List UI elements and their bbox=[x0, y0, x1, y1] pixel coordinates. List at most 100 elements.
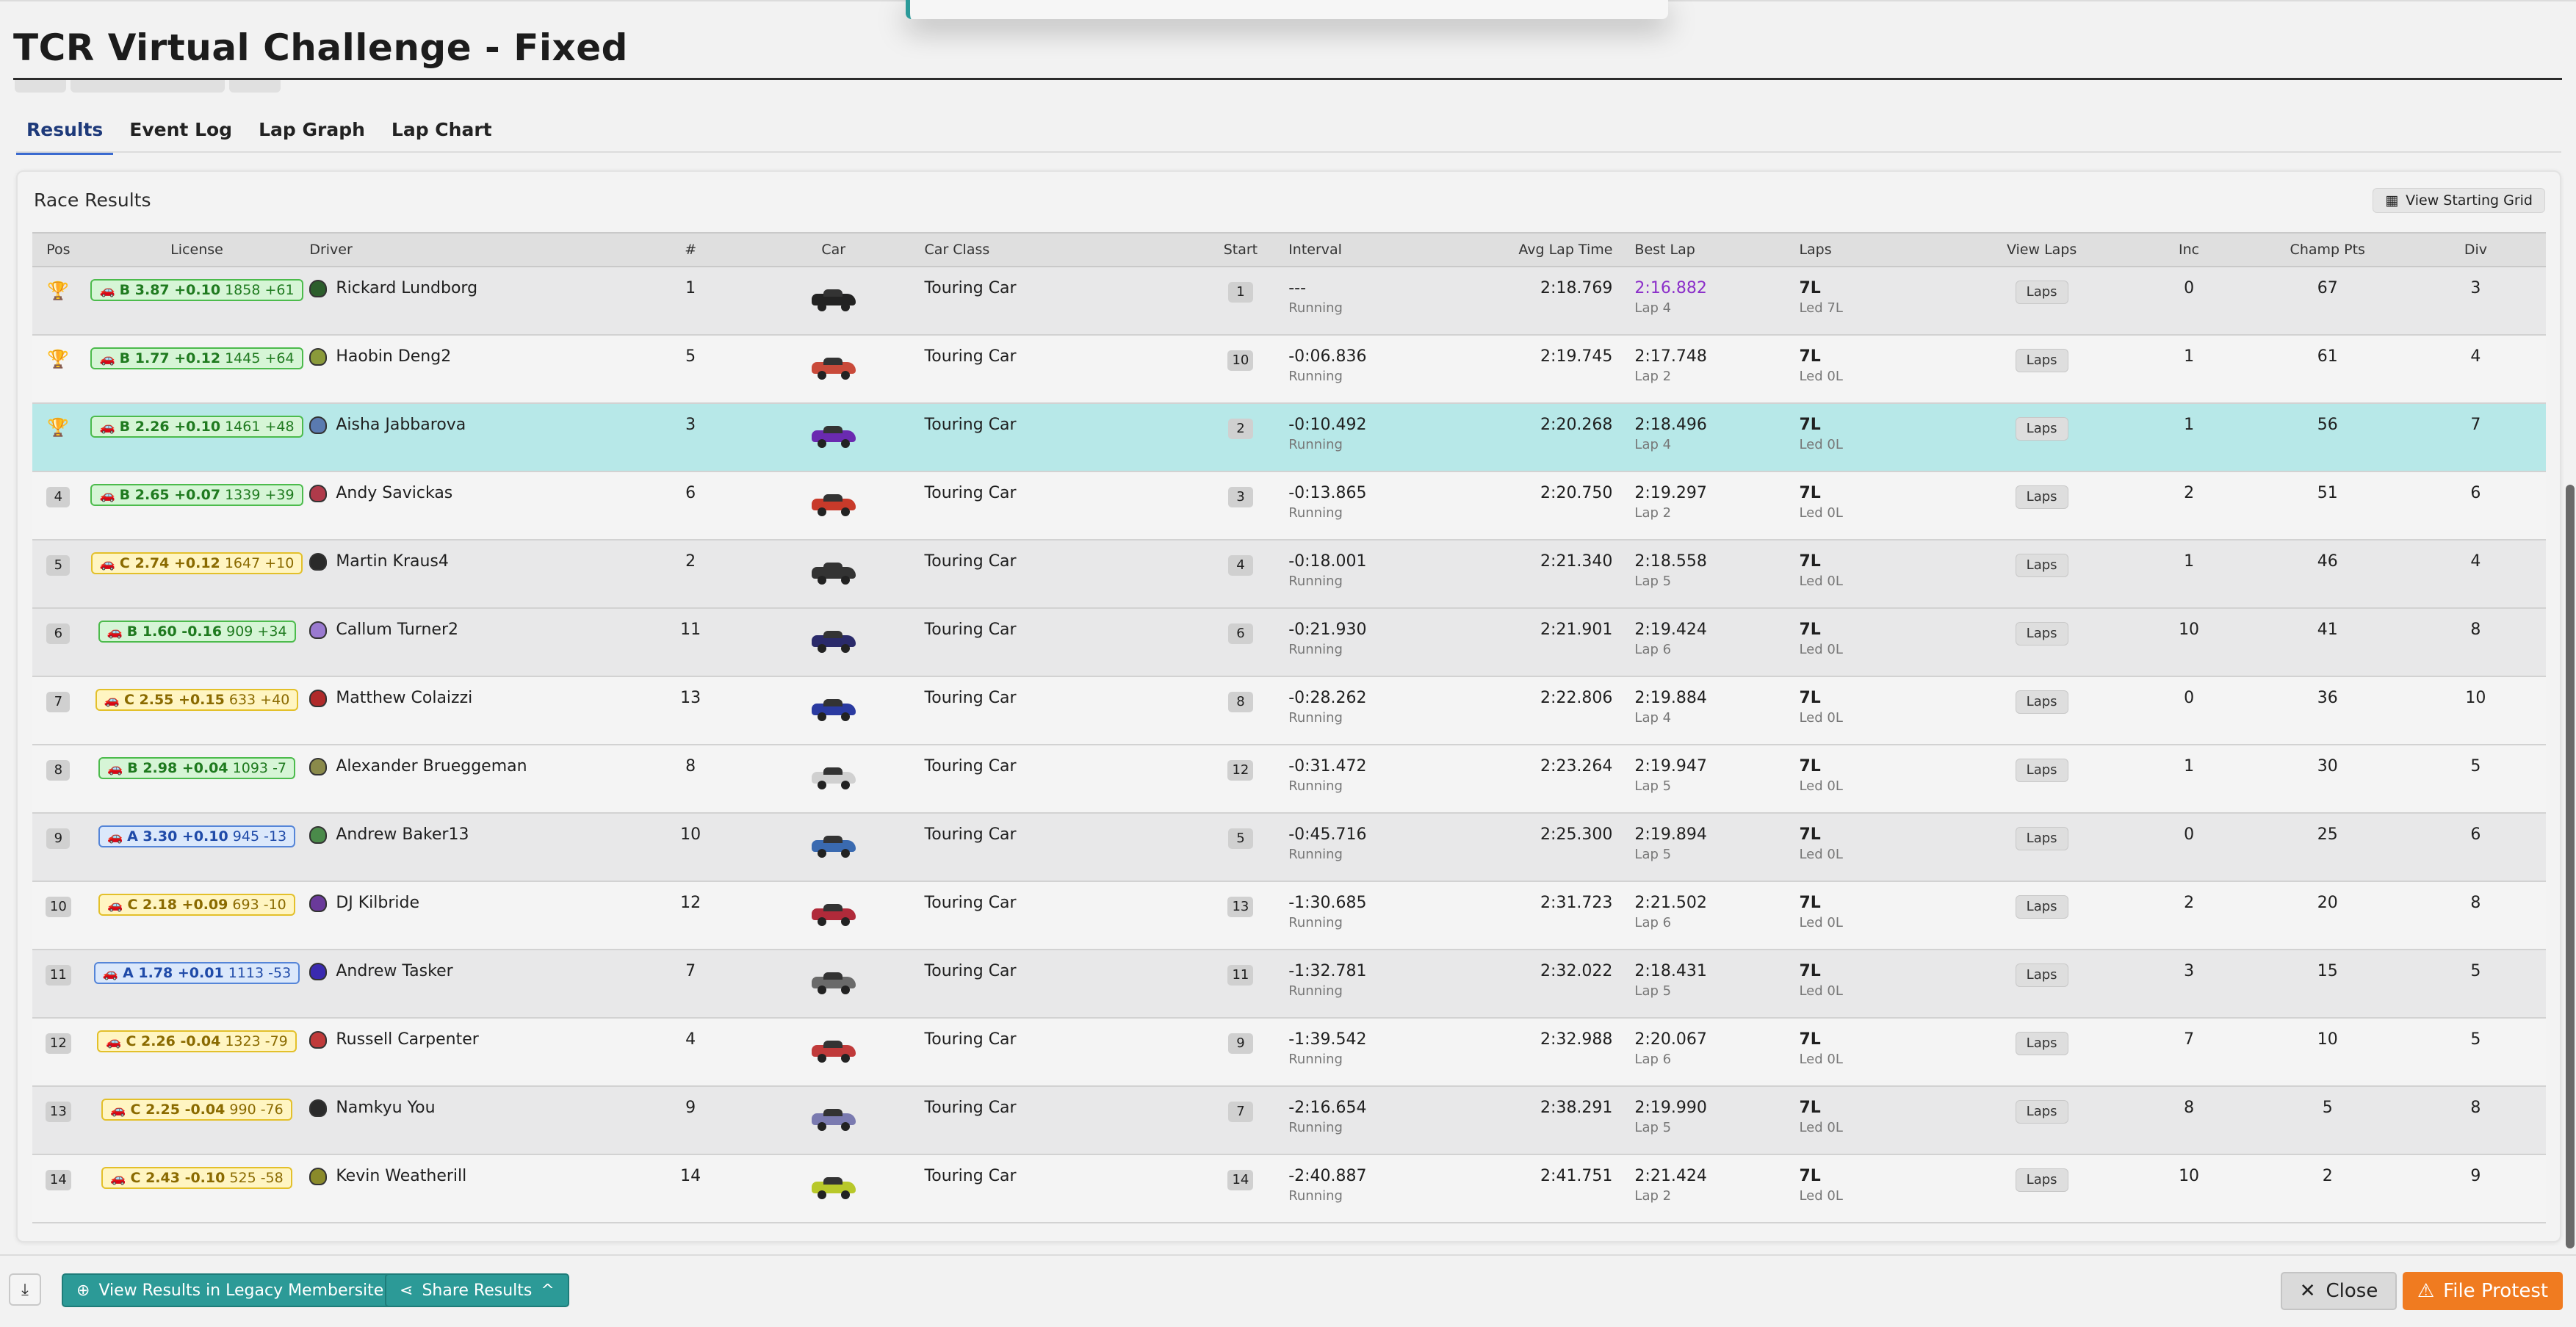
division: 6 bbox=[2470, 825, 2481, 844]
laps-completed: 7L bbox=[1799, 894, 1821, 912]
driver-name[interactable]: DJ Kilbride bbox=[336, 894, 419, 912]
table-row[interactable]: 🏆 🚗 B 2.26 +0.10 1461 +48 Aisha Jabbarova… bbox=[32, 403, 2546, 471]
col-best-lap[interactable]: Best Lap bbox=[1634, 233, 1799, 267]
table-row[interactable]: 12 🚗 C 2.26 -0.04 1323 -79 Russell Carpen… bbox=[32, 1018, 2546, 1086]
champ-points: 25 bbox=[2317, 825, 2338, 844]
driver-name[interactable]: Martin Kraus4 bbox=[336, 552, 449, 571]
scrollbar-thumb[interactable] bbox=[2566, 485, 2575, 1248]
table-row[interactable]: 8 🚗 B 2.98 +0.04 1093 -7 Alexander Bruegg… bbox=[32, 745, 2546, 813]
laps-completed: 7L bbox=[1799, 347, 1821, 366]
table-row[interactable]: 6 🚗 B 1.60 -0.16 909 +34 Callum Turner2 1… bbox=[32, 608, 2546, 676]
table-row[interactable]: 11 🚗 A 1.78 +0.01 1113 -53 Andrew Tasker … bbox=[32, 950, 2546, 1018]
view-laps-button[interactable]: Laps bbox=[2015, 349, 2068, 372]
col-license[interactable]: License bbox=[84, 233, 310, 267]
laps-cell: 7L Led 0L bbox=[1799, 540, 1955, 608]
legacy-membersite-button[interactable]: ⊕ View Results in Legacy Membersite bbox=[62, 1273, 399, 1307]
col-inc[interactable]: Inc bbox=[2129, 233, 2250, 267]
col-car[interactable]: Car bbox=[743, 233, 925, 267]
view-laps-button[interactable]: Laps bbox=[2015, 554, 2068, 577]
col-driver[interactable]: Driver bbox=[309, 233, 638, 267]
close-button[interactable]: ✕ Close bbox=[2281, 1272, 2397, 1310]
view-laps-button[interactable]: Laps bbox=[2015, 827, 2068, 850]
tab-lap-graph[interactable]: Lap Graph bbox=[248, 115, 375, 155]
table-row[interactable]: 9 🚗 A 3.30 +0.10 945 -13 Andrew Baker13 1… bbox=[32, 813, 2546, 881]
view-laps-button[interactable]: Laps bbox=[2015, 759, 2068, 782]
share-results-button[interactable]: ⋖ Share Results ^ bbox=[385, 1273, 569, 1307]
position-badge: 14 bbox=[45, 1170, 71, 1190]
driver-name[interactable]: Haobin Deng2 bbox=[336, 347, 451, 366]
table-row[interactable]: 4 🚗 B 2.65 +0.07 1339 +39 Andy Savickas 6… bbox=[32, 471, 2546, 540]
driver-name[interactable]: Callum Turner2 bbox=[336, 621, 458, 639]
view-laps-button[interactable]: Laps bbox=[2015, 417, 2068, 441]
col-car-class[interactable]: Car Class bbox=[925, 233, 1211, 267]
interval-value: -0:45.716 bbox=[1288, 825, 1367, 844]
view-laps-button[interactable]: Laps bbox=[2015, 895, 2068, 919]
driver-cell: Kevin Weatherill bbox=[309, 1154, 638, 1223]
pos-cell: 11 bbox=[32, 950, 84, 1018]
view-laps-button[interactable]: Laps bbox=[2015, 485, 2068, 509]
best-lap-number: Lap 5 bbox=[1634, 574, 1672, 589]
view-laps-button[interactable]: Laps bbox=[2015, 281, 2068, 304]
driver-name[interactable]: Andrew Tasker bbox=[336, 962, 452, 980]
table-row[interactable]: 13 🚗 C 2.25 -0.04 990 -76 Namkyu You 9 To… bbox=[32, 1086, 2546, 1154]
laps-cell: 7L Led 0L bbox=[1799, 881, 1955, 950]
col-number[interactable]: # bbox=[638, 233, 743, 267]
col-div[interactable]: Div bbox=[2406, 233, 2546, 267]
car-class: Touring Car bbox=[924, 825, 1017, 844]
driver-name[interactable]: Alexander Brueggeman bbox=[336, 757, 527, 775]
table-row[interactable]: 🏆 🚗 B 1.77 +0.12 1445 +64 Haobin Deng2 5 … bbox=[32, 335, 2546, 403]
view-laps-button[interactable]: Laps bbox=[2015, 1032, 2068, 1055]
col-interval[interactable]: Interval bbox=[1271, 233, 1444, 267]
view-laps-button[interactable]: Laps bbox=[2015, 963, 2068, 987]
car-cell bbox=[743, 881, 925, 950]
tab-results[interactable]: Results bbox=[16, 115, 114, 155]
pos-cell: 10 bbox=[32, 881, 84, 950]
col-view-laps[interactable]: View Laps bbox=[1955, 233, 2129, 267]
best-lap-time: 2:19.424 bbox=[1634, 621, 1707, 639]
driver-name[interactable]: Andrew Baker13 bbox=[336, 825, 469, 844]
table-row[interactable]: 🏆 🚗 B 3.87 +0.10 1858 +61 Rickard Lundbor… bbox=[32, 267, 2546, 335]
car-number: 13 bbox=[680, 689, 701, 707]
best-lap-cell: 2:20.067 Lap 6 bbox=[1634, 1018, 1799, 1086]
avg-lap-time: 2:18.769 bbox=[1540, 279, 1613, 297]
interval-cell: -1:32.781 Running bbox=[1271, 950, 1444, 1018]
driver-name[interactable]: Namkyu You bbox=[336, 1099, 435, 1117]
driver-name[interactable]: Matthew Colaizzi bbox=[336, 689, 472, 707]
laps-cell: 7L Led 0L bbox=[1799, 1086, 1955, 1154]
view-laps-button[interactable]: Laps bbox=[2015, 622, 2068, 646]
col-champ-pts[interactable]: Champ Pts bbox=[2250, 233, 2406, 267]
tab-event-log[interactable]: Event Log bbox=[119, 115, 242, 155]
col-start[interactable]: Start bbox=[1211, 233, 1271, 267]
car-cell bbox=[743, 813, 925, 881]
driver-name[interactable]: Kevin Weatherill bbox=[336, 1167, 466, 1185]
table-row[interactable]: 5 🚗 C 2.74 +0.12 1647 +10 Martin Kraus4 2… bbox=[32, 540, 2546, 608]
driver-name[interactable]: Russell Carpenter bbox=[336, 1030, 478, 1049]
hidden-control bbox=[15, 79, 66, 93]
col-avg-lap[interactable]: Avg Lap Time bbox=[1444, 233, 1634, 267]
driver-name[interactable]: Rickard Lundborg bbox=[336, 279, 477, 297]
col-laps[interactable]: Laps bbox=[1799, 233, 1955, 267]
download-button[interactable]: ⤓ bbox=[9, 1273, 41, 1306]
table-row[interactable]: 14 🚗 C 2.43 -0.10 525 -58 Kevin Weatheril… bbox=[32, 1154, 2546, 1223]
driver-name[interactable]: Andy Savickas bbox=[336, 484, 452, 502]
driver-name[interactable]: Aisha Jabbarova bbox=[336, 416, 466, 434]
table-row[interactable]: 10 🚗 C 2.18 +0.09 693 -10 DJ Kilbride 12 … bbox=[32, 881, 2546, 950]
col-pos[interactable]: Pos bbox=[32, 233, 84, 267]
driver-cell: Rickard Lundborg bbox=[309, 267, 638, 335]
table-row[interactable]: 7 🚗 C 2.55 +0.15 633 +40 Matthew Colaizzi… bbox=[32, 676, 2546, 745]
pos-cell: 🏆 bbox=[32, 403, 84, 471]
table-header: Pos License Driver # Car Car Class Start… bbox=[32, 233, 2546, 267]
champ-points: 41 bbox=[2317, 621, 2338, 639]
tab-lap-chart[interactable]: Lap Chart bbox=[381, 115, 502, 155]
avg-lap-time: 2:19.745 bbox=[1540, 347, 1613, 366]
view-laps-button[interactable]: Laps bbox=[2015, 1100, 2068, 1124]
laps-led: Led 0L bbox=[1799, 983, 1843, 999]
running-status: Running bbox=[1288, 300, 1343, 316]
helmet-icon bbox=[309, 347, 328, 366]
view-starting-grid-button[interactable]: ▦ View Starting Grid bbox=[2373, 188, 2545, 213]
license-badge: 🚗 B 2.98 +0.04 1093 -7 bbox=[98, 757, 296, 779]
file-protest-button[interactable]: ⚠ File Protest bbox=[2403, 1272, 2563, 1310]
view-laps-button[interactable]: Laps bbox=[2015, 1168, 2068, 1192]
car-cell bbox=[743, 608, 925, 676]
view-laps-button[interactable]: Laps bbox=[2015, 690, 2068, 714]
